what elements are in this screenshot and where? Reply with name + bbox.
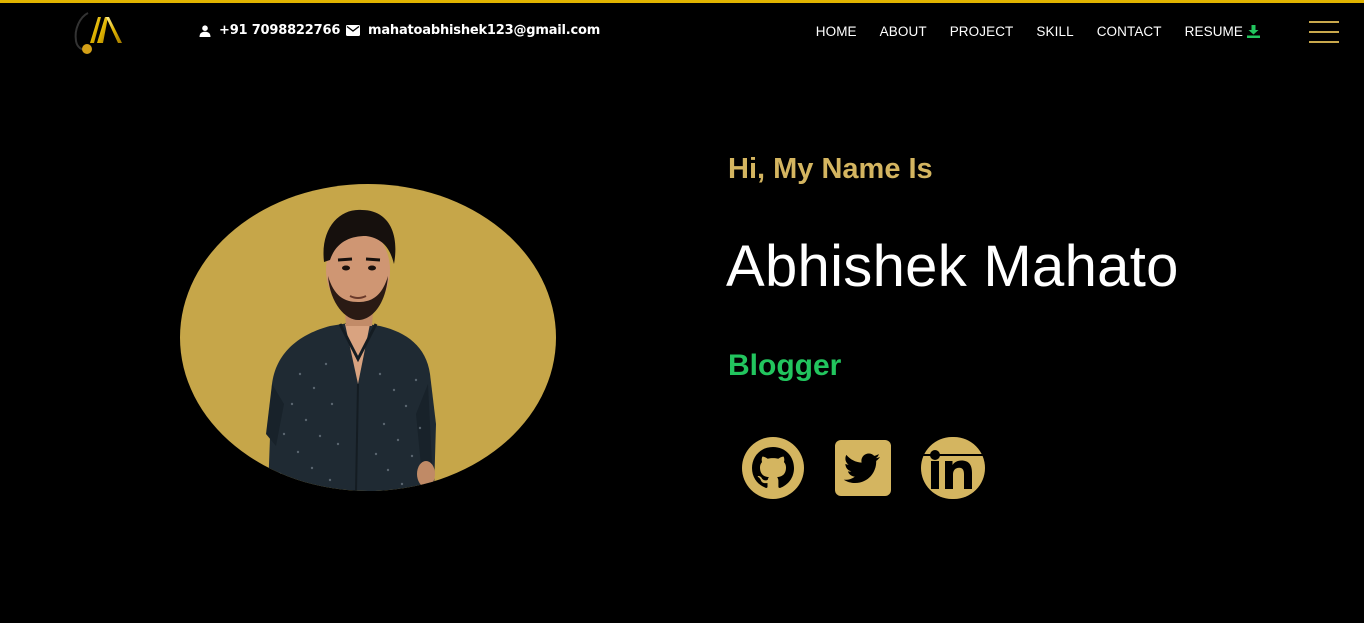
nav-about[interactable]: ABOUT (880, 24, 927, 39)
nav-skill-label: SKILL (1036, 24, 1074, 39)
page: +91 7098822766 mahatoabhishek123@gmail.c… (0, 0, 1364, 623)
am-logo-icon[interactable] (70, 7, 126, 57)
download-icon (1247, 25, 1260, 38)
github-icon[interactable] (740, 435, 806, 501)
email-address: mahatoabhishek123@gmail.com (368, 23, 601, 38)
linkedin-icon[interactable] (920, 435, 986, 501)
nav-resume-label: RESUME (1184, 24, 1243, 39)
nav-about-label: ABOUT (879, 24, 927, 39)
hero-name: Abhishek Mahato (726, 234, 1179, 299)
email-contact[interactable]: mahatoabhishek123@gmail.com (346, 23, 600, 38)
nav-project-label: PROJECT (949, 24, 1014, 39)
person-icon (199, 24, 211, 37)
envelope-icon (346, 25, 360, 36)
nav-home-label: HOME (815, 24, 857, 39)
twitter-icon[interactable] (830, 435, 896, 501)
hamburger-menu-icon[interactable] (1309, 21, 1339, 45)
nav-home[interactable]: HOME (816, 24, 857, 39)
nav-resume[interactable]: RESUME (1185, 24, 1260, 39)
phone-contact[interactable]: +91 7098822766 (199, 23, 340, 38)
profile-photo (180, 184, 556, 491)
greeting-text: Hi, My Name Is (728, 153, 933, 185)
phone-number: +91 7098822766 (219, 23, 341, 38)
nav-skill[interactable]: SKILL (1036, 24, 1073, 39)
main-nav: HOME ABOUT PROJECT SKILL CONTACT RESUME (816, 24, 1260, 39)
nav-contact[interactable]: CONTACT (1097, 24, 1162, 39)
nav-contact-label: CONTACT (1096, 24, 1162, 39)
nav-project[interactable]: PROJECT (950, 24, 1014, 39)
hero-role: Blogger (728, 349, 842, 382)
